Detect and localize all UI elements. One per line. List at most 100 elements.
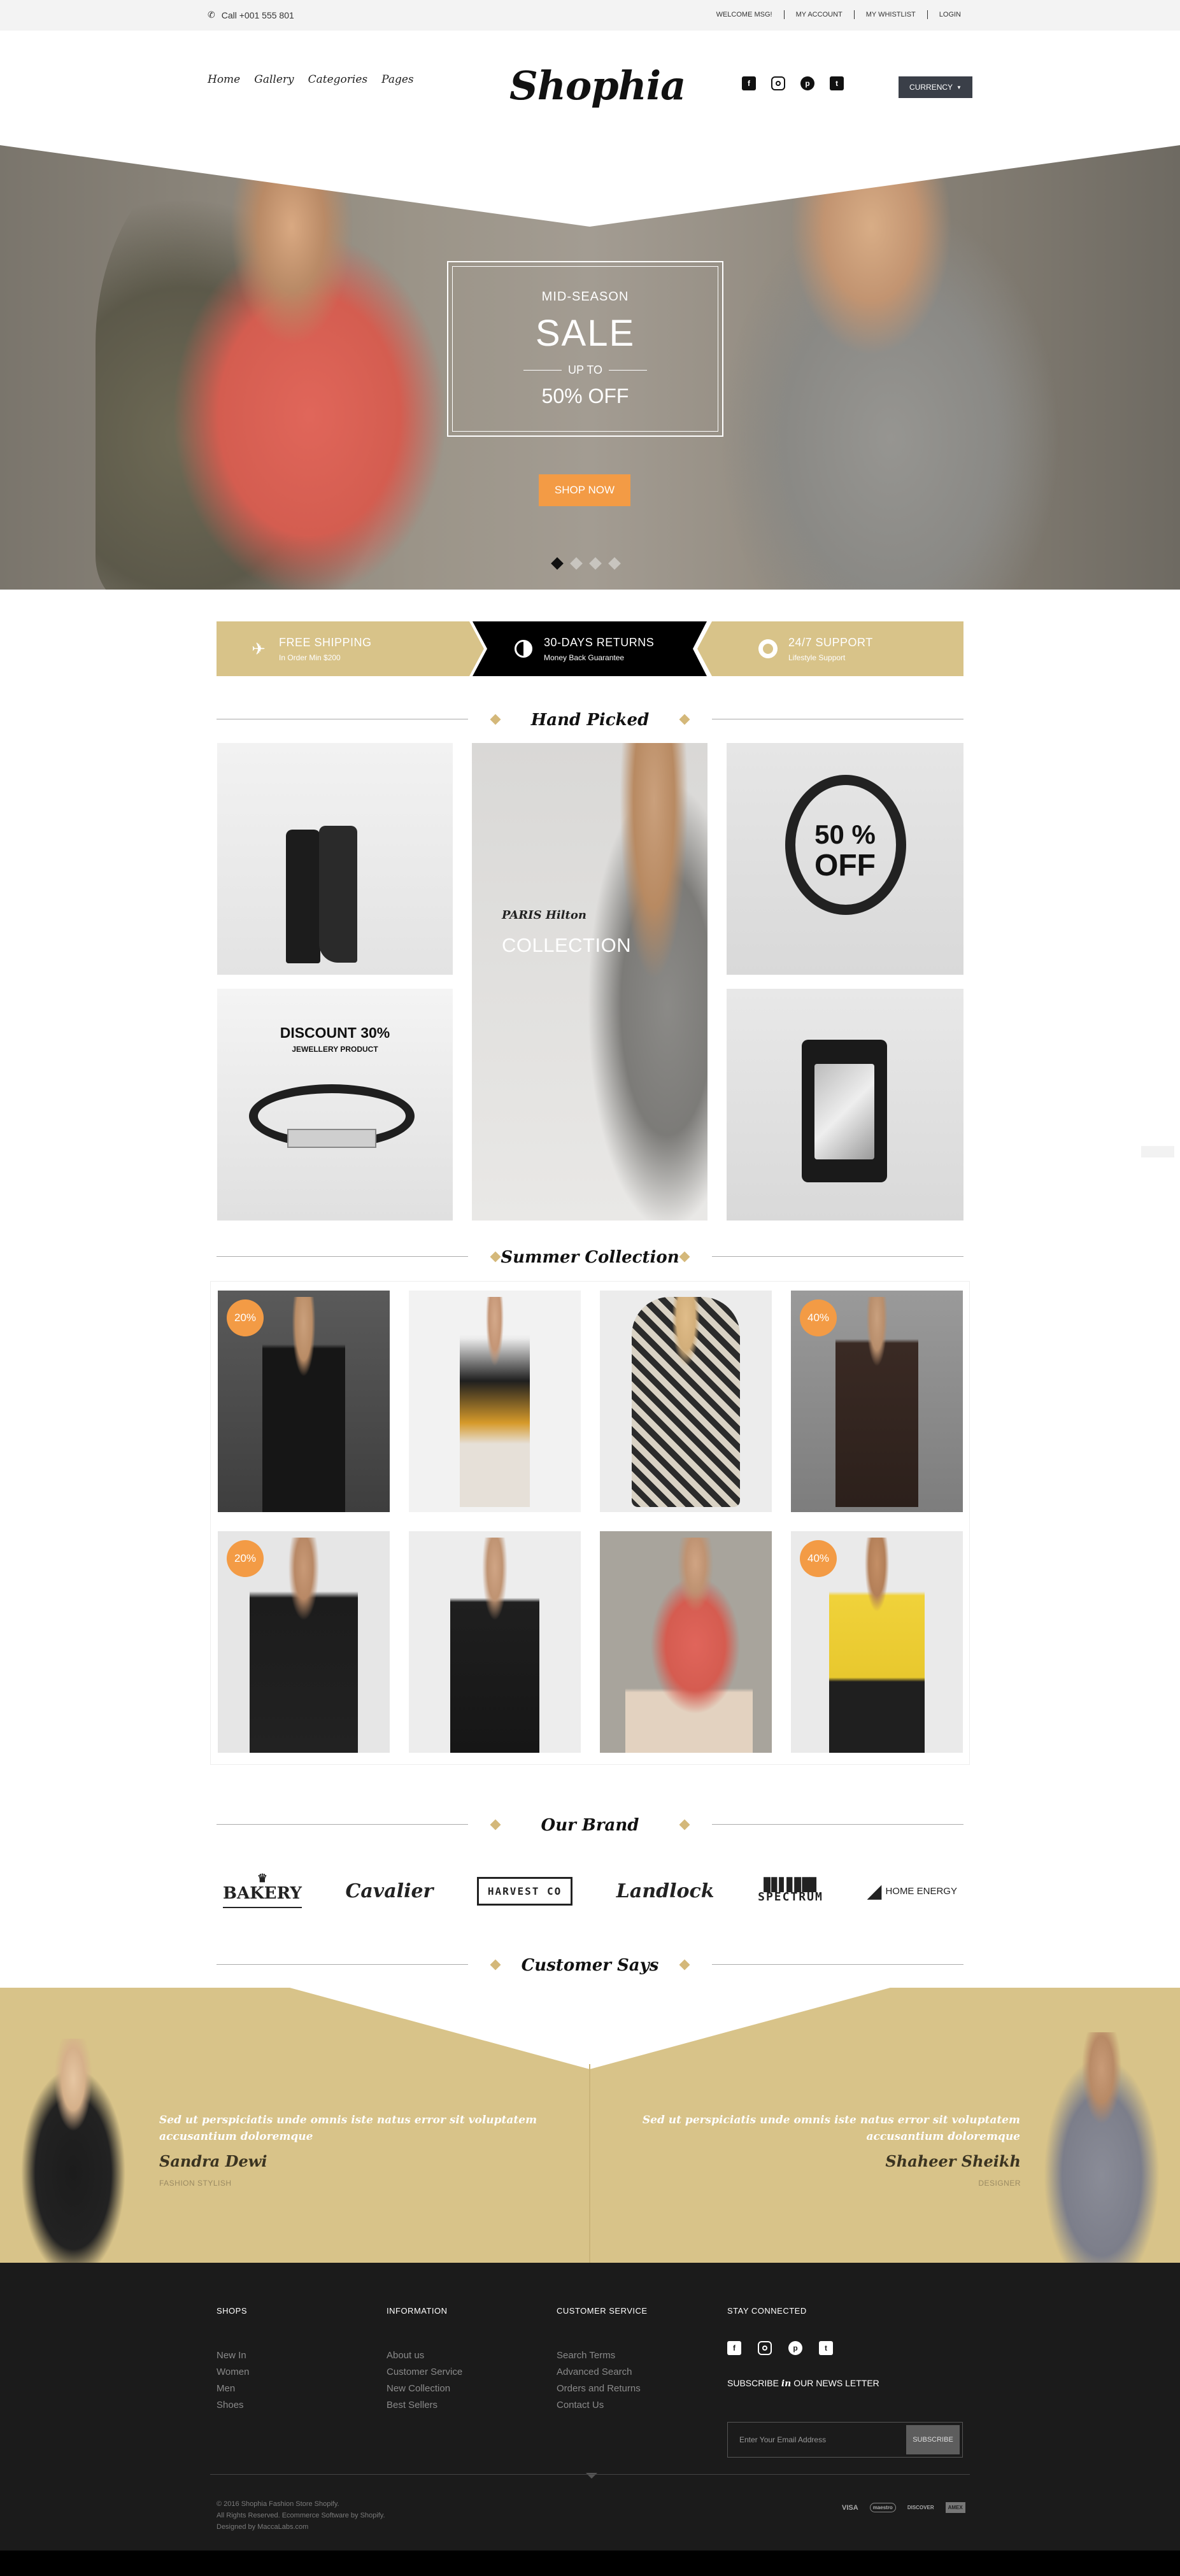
phone-info: ✆ Call +001 555 801	[208, 10, 294, 20]
nav-categories[interactable]: Categories	[308, 73, 368, 86]
copyright-line: Designed by MaccaLabs.com	[217, 2523, 309, 2531]
testimonial-avatar	[1032, 2032, 1172, 2263]
crown-icon: ♛	[257, 1872, 268, 1885]
slider-dot[interactable]	[589, 557, 602, 570]
instagram-icon[interactable]	[758, 2341, 772, 2355]
product-image	[835, 1297, 918, 1507]
product-image	[632, 1297, 740, 1507]
brand-name: Landlock	[616, 1879, 714, 1902]
brand-logo[interactable]: ▉▊▋▊▉█▉ SPECTRUM	[758, 1876, 823, 1904]
maestro-icon: maestro	[869, 2503, 896, 2512]
footer-link[interactable]: Orders and Returns	[557, 2381, 648, 2397]
footer-heading: INFORMATION	[387, 2306, 448, 2316]
sale-percent: 50 %	[814, 819, 876, 849]
shop-now-button[interactable]: SHOP NOW	[539, 474, 630, 506]
footer-link[interactable]: Customer Service	[387, 2364, 462, 2381]
cuff-bracelet-center	[287, 1129, 376, 1148]
testimonial-role: DESIGNER	[978, 2179, 1021, 2188]
product-card[interactable]	[409, 1291, 581, 1512]
twitter-icon[interactable]: t	[819, 2341, 833, 2355]
footer-link[interactable]: Contact Us	[557, 2397, 648, 2414]
tile-collection[interactable]: PARIS Hilton COLLECTION	[472, 743, 707, 1221]
facebook-icon[interactable]: f	[742, 76, 756, 90]
slider-dot[interactable]	[608, 557, 621, 570]
footer-link[interactable]: New Collection	[387, 2381, 462, 2397]
header: Home Gallery Categories Pages Shophia f …	[0, 31, 1180, 145]
welcome-link[interactable]: WELCOME MSG!	[705, 10, 784, 19]
slider-dot[interactable]	[570, 557, 583, 570]
brand-logo[interactable]: Cavalier	[345, 1880, 433, 1902]
email-input[interactable]: Enter Your Email Address	[730, 2435, 826, 2444]
my-account-link[interactable]: MY ACCOUNT	[783, 10, 854, 19]
feature-support: 24/7 SUPPORT Lifestyle Support	[757, 621, 873, 676]
half-circle-icon	[512, 637, 535, 660]
subscribe-button[interactable]: SUBSCRIBE	[906, 2425, 960, 2454]
newsletter-form: Enter Your Email Address SUBSCRIBE	[727, 2422, 963, 2458]
payment-icons: VISA maestro DISCOVER AMEX	[842, 2502, 965, 2513]
currency-dropdown[interactable]: CURRENCY ▼	[899, 76, 972, 98]
brand-name: Cavalier	[345, 1879, 434, 1902]
collection-model	[574, 743, 707, 1221]
my-wishlist-link[interactable]: MY WHISTLIST	[853, 10, 927, 19]
slider-dot[interactable]	[551, 557, 564, 570]
scroll-tab[interactable]	[1141, 1146, 1174, 1157]
discover-icon: DISCOVER	[907, 2505, 934, 2510]
footer-link[interactable]: Search Terms	[557, 2347, 648, 2364]
subscribe-in: in	[781, 2379, 792, 2389]
brand-logo[interactable]: HARVEST CO	[476, 1876, 573, 1906]
boots-image	[286, 830, 320, 963]
nav-gallery[interactable]: Gallery	[254, 73, 294, 86]
login-link[interactable]: LOGIN	[927, 10, 972, 19]
phone-number: Call +001 555 801	[221, 10, 294, 20]
footer-link[interactable]: New In	[217, 2347, 249, 2364]
nav-pages[interactable]: Pages	[381, 73, 413, 86]
product-card[interactable]	[409, 1531, 581, 1753]
instagram-icon[interactable]	[771, 76, 785, 90]
product-card[interactable]: 20%	[218, 1291, 390, 1512]
product-card[interactable]: 40%	[791, 1291, 963, 1512]
product-card[interactable]	[600, 1291, 772, 1512]
product-card[interactable]: 40%	[791, 1531, 963, 1753]
energy-icon: ◢	[867, 1880, 882, 1902]
brand-logo[interactable]: ♛ BAKERY	[223, 1872, 302, 1908]
pinterest-icon[interactable]: p	[800, 76, 814, 90]
brand-name: HOME ENERGY	[885, 1885, 957, 1897]
top-bar: ✆ Call +001 555 801 WELCOME MSG! MY ACCO…	[0, 0, 1180, 31]
testimonial-divider	[589, 2064, 590, 2263]
footer-link[interactable]: Advanced Search	[557, 2364, 648, 2381]
footer-social-icons: f p t	[727, 2341, 879, 2355]
brand-logo[interactable]: ◢ HOME ENERGY	[867, 1880, 957, 1902]
logo[interactable]: Shophia	[509, 62, 686, 109]
footer-link[interactable]: About us	[387, 2347, 462, 2364]
brand-logo[interactable]: Landlock	[616, 1880, 714, 1902]
testimonial-avatar	[6, 2039, 140, 2263]
product-card[interactable]: 20%	[218, 1531, 390, 1753]
product-card[interactable]	[600, 1531, 772, 1753]
amex-icon: AMEX	[945, 2502, 965, 2513]
footer-link[interactable]: Shoes	[217, 2397, 249, 2414]
tile-boots[interactable]	[217, 743, 453, 975]
tile-bracelet-sale[interactable]: 50 % OFF	[727, 743, 963, 975]
caret-down-icon: ▼	[956, 84, 962, 90]
collection-big-text: COLLECTION	[502, 934, 632, 956]
footer-link[interactable]: Women	[217, 2364, 249, 2381]
brand-name: SPECTRUM	[758, 1890, 823, 1904]
tile-discount[interactable]: DISCOUNT 30% JEWELLERY PRODUCT	[217, 989, 453, 1221]
brand-name: BAKERY	[223, 1884, 302, 1903]
nav-home[interactable]: Home	[208, 73, 240, 86]
twitter-icon[interactable]: t	[830, 76, 844, 90]
product-image	[829, 1538, 925, 1753]
footer-link[interactable]: Men	[217, 2381, 249, 2397]
footer-link[interactable]: Best Sellers	[387, 2397, 462, 2414]
visa-icon: VISA	[842, 2503, 858, 2512]
pinterest-icon[interactable]: p	[788, 2341, 802, 2355]
newsletter-title: SUBSCRIBE in OUR NEWS LETTER	[727, 2378, 879, 2389]
tile-card-holder[interactable]	[727, 989, 963, 1221]
facebook-icon[interactable]: f	[727, 2341, 741, 2355]
phone-icon: ✆	[208, 10, 215, 20]
brand-logos: ♛ BAKERY Cavalier HARVEST CO Landlock ▉▊…	[217, 1856, 963, 1926]
subscribe-pre: SUBSCRIBE	[727, 2378, 779, 2388]
section-title-customer: Customer Says	[217, 1952, 963, 1978]
section-title-hand-picked: Hand Picked	[217, 707, 963, 732]
equalizer-icon: ▉▊▋▊▉█▉	[764, 1876, 818, 1892]
